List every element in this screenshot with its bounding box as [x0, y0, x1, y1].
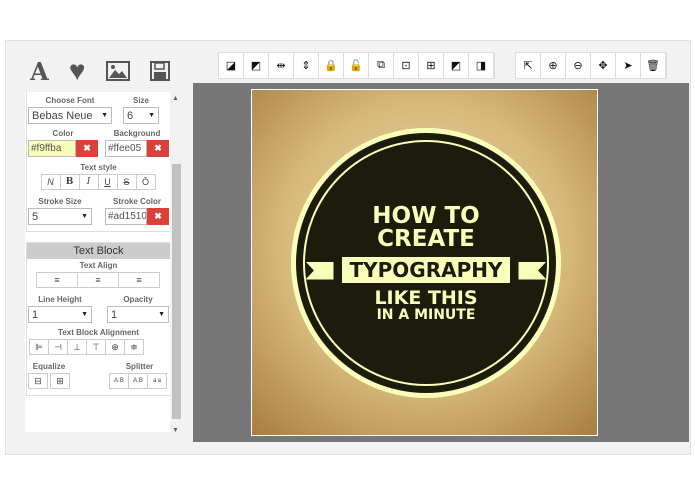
asset-tabs: A ♥	[20, 52, 180, 90]
line-height-label: Line Height	[38, 295, 82, 304]
align-center-button[interactable]: ≡	[77, 272, 119, 288]
dropdown-arrow-icon: ▼	[158, 311, 165, 318]
split-words-button[interactable]: a a	[147, 373, 167, 389]
background-label: Background	[113, 129, 161, 138]
underline-button[interactable]: U	[97, 174, 118, 190]
background-input[interactable]: #ffee05	[105, 140, 147, 157]
scrollbar-thumb[interactable]	[172, 164, 181, 419]
block-align-hcenter-button[interactable]: ⊕	[105, 339, 125, 355]
text-style-label: Text style	[80, 163, 117, 172]
block-align-label: Text Block Alignment	[58, 328, 139, 337]
font-value: Bebas Neue	[32, 109, 93, 122]
color-label: Color	[52, 129, 74, 138]
stroke-color-input[interactable]: #ad1510	[105, 208, 147, 225]
dropdown-arrow-icon: ▼	[148, 112, 155, 119]
fit-icon[interactable]: ⊡	[394, 53, 419, 78]
size-value: 6	[127, 109, 134, 122]
resize-icon[interactable]: ⊞	[419, 53, 444, 78]
clear-background-button[interactable]: ✖	[147, 140, 169, 157]
clear-stroke-button[interactable]: ✖	[147, 208, 169, 225]
send-back-icon[interactable]: ◩	[244, 53, 269, 78]
text-icon[interactable]: A	[30, 57, 49, 86]
normal-button[interactable]: N	[40, 174, 61, 190]
font-label: Choose Font	[45, 96, 95, 105]
pointer-icon[interactable]: ➤	[616, 53, 641, 78]
artwork-line-1[interactable]: HOW TO	[372, 204, 479, 228]
move-icon[interactable]: ✥	[591, 53, 616, 78]
equalize-width-button[interactable]: ⊟	[28, 373, 48, 389]
clear-color-button[interactable]: ✖	[76, 140, 98, 157]
view-toolbar: ⇱ ⊕ ⊖ ✥ ➤ 🗑	[515, 52, 667, 79]
block-align-left-button[interactable]: ⊫	[29, 339, 49, 355]
zoom-in-icon[interactable]: ⊕	[541, 53, 566, 78]
stroke-size-select[interactable]: 5 ▼	[28, 208, 92, 225]
zoom-out-icon[interactable]: ⊖	[566, 53, 591, 78]
overline-button[interactable]: Ō	[135, 174, 156, 190]
image-icon[interactable]	[105, 61, 130, 81]
heart-icon[interactable]: ♥	[69, 55, 86, 87]
align-right-button[interactable]: ≡	[118, 272, 160, 288]
lock-icon[interactable]: 🔒	[319, 53, 344, 78]
block-align-bottom-button[interactable]: ⊥	[67, 339, 87, 355]
object-toolbar: ◪ ◩ ⇹ ⇕ 🔒 🔓 ⧉ ⊡ ⊞ ◩ ◨	[218, 52, 495, 79]
dropdown-arrow-icon: ▼	[101, 112, 108, 119]
save-icon[interactable]	[149, 61, 170, 81]
split-letters-button[interactable]: A,B	[128, 373, 148, 389]
panel-scrollbar[interactable]: ▲ ▼	[170, 92, 182, 437]
stroke-color-label: Stroke Color	[112, 197, 161, 206]
opacity-label: Opacity	[123, 295, 153, 304]
color-input[interactable]: #f9ffba	[28, 140, 76, 157]
stroke-size-label: Stroke Size	[38, 197, 82, 206]
opacity-value: 1	[111, 308, 118, 321]
trash-icon[interactable]: 🗑	[641, 53, 666, 78]
dropdown-arrow-icon: ▼	[81, 213, 88, 220]
equalize-label: Equalize	[32, 362, 66, 371]
stroke-size-value: 5	[32, 210, 39, 223]
font-select[interactable]: Bebas Neue ▼	[28, 107, 112, 124]
block-align-vcenter-button[interactable]: ≑	[124, 339, 144, 355]
equalize-height-button[interactable]: ⊞	[50, 373, 70, 389]
flip-vertical-icon[interactable]: ⇕	[294, 53, 319, 78]
text-block-header: Text Block	[27, 243, 170, 259]
block-align-top-button[interactable]: ⊤	[86, 339, 106, 355]
scroll-down-icon[interactable]: ▼	[172, 427, 179, 434]
text-align-label: Text Align	[79, 261, 118, 270]
dropdown-arrow-icon: ▼	[81, 311, 88, 318]
italic-button[interactable]: I	[78, 174, 99, 190]
size-select[interactable]: 6 ▼	[123, 107, 159, 124]
flip-horizontal-icon[interactable]: ⇹	[269, 53, 294, 78]
scale-icon[interactable]: ⇱	[516, 53, 541, 78]
splitter-label: Splitter	[125, 362, 154, 371]
contrast-icon[interactable]: ◩	[444, 53, 469, 78]
unlock-icon[interactable]: 🔓	[344, 53, 369, 78]
opacity-select[interactable]: 1 ▼	[107, 306, 169, 323]
line-height-value: 1	[32, 308, 39, 321]
canvas-area[interactable]: HOW TO CREATE TYPOGRAPHY LIKE THIS IN A …	[193, 83, 689, 442]
duplicate-icon[interactable]: ⧉	[369, 53, 394, 78]
align-left-button[interactable]: ≡	[36, 272, 78, 288]
artwork-image[interactable]: HOW TO CREATE TYPOGRAPHY LIKE THIS IN A …	[251, 89, 598, 436]
bold-button[interactable]: B	[59, 174, 80, 190]
properties-panel: Choose Font Bebas Neue ▼ Size 6 ▼ Color #f…	[25, 92, 171, 432]
artwork-line-2[interactable]: CREATE	[377, 227, 475, 251]
line-height-select[interactable]: 1 ▼	[28, 306, 92, 323]
strikethrough-button[interactable]: S	[116, 174, 137, 190]
block-align-right-button[interactable]: ⊣	[48, 339, 68, 355]
artwork-line-5[interactable]: IN A MINUTE	[377, 308, 476, 322]
artwork-line-3[interactable]: TYPOGRAPHY	[341, 256, 511, 283]
text-style-buttons: N B I U S Ō	[40, 174, 156, 190]
size-label: Size	[132, 96, 149, 105]
artwork-line-4[interactable]: LIKE THIS	[374, 288, 477, 308]
split-lines-button[interactable]: A:B	[109, 373, 129, 389]
scroll-up-icon[interactable]: ▲	[172, 95, 179, 102]
crop-icon[interactable]: ◨	[469, 53, 494, 78]
bring-front-icon[interactable]: ◪	[219, 53, 244, 78]
badge-outer-ring: HOW TO CREATE TYPOGRAPHY LIKE THIS IN A …	[291, 128, 561, 398]
badge-disc: HOW TO CREATE TYPOGRAPHY LIKE THIS IN A …	[296, 133, 556, 393]
